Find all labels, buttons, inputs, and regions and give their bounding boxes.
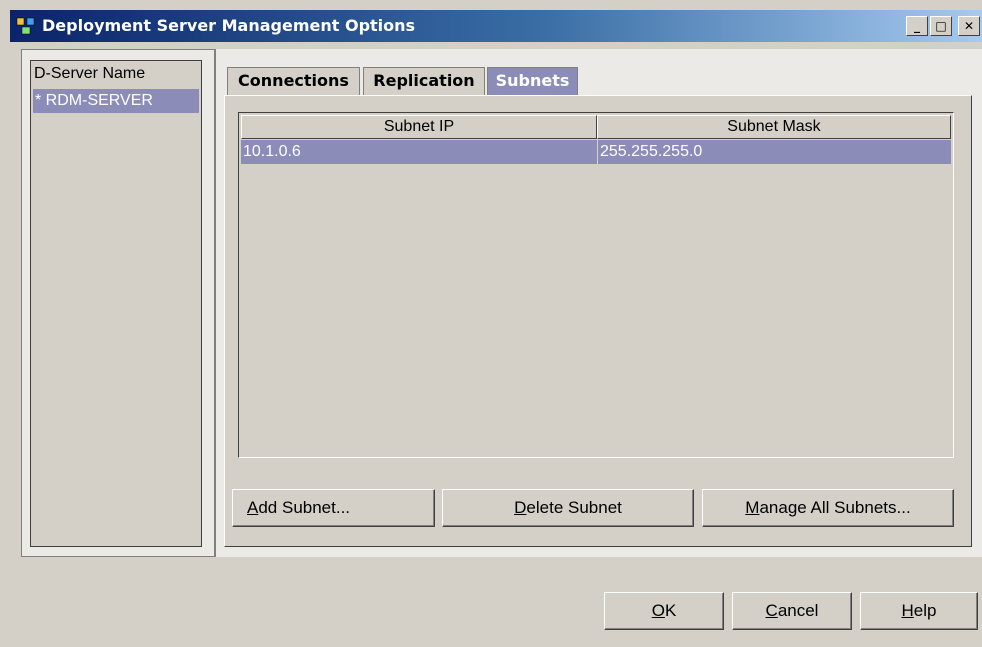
- cell-subnet-ip: 10.1.0.6: [243, 143, 301, 160]
- subnets-table[interactable]: Subnet IP Subnet Mask 10.1.0.6 255.255.2…: [238, 112, 954, 458]
- manage-all-subnets-label: anage All Subnets...: [759, 498, 911, 517]
- delete-subnet-button[interactable]: Delete Subnet: [442, 489, 694, 527]
- help-mnemonic: H: [901, 601, 914, 620]
- help-label: elp: [913, 601, 937, 620]
- cell-subnet-mask: 255.255.255.0: [597, 140, 951, 164]
- server-list-item[interactable]: * RDM-SERVER: [33, 89, 199, 113]
- maximize-icon: □: [935, 19, 947, 33]
- server-list[interactable]: D-Server Name * RDM-SERVER: [30, 60, 202, 547]
- minimize-button[interactable]: _: [906, 16, 928, 36]
- ok-button[interactable]: OK: [604, 592, 724, 630]
- add-subnet-button[interactable]: Add Subnet...: [232, 489, 435, 527]
- dialog-window: Deployment Server Management Options _ □…: [0, 0, 982, 647]
- help-button[interactable]: Help: [860, 592, 978, 630]
- add-subnet-label: dd Subnet...: [258, 498, 351, 517]
- close-button[interactable]: ✕: [958, 16, 980, 36]
- cancel-label: ancel: [777, 601, 819, 620]
- manage-all-subnets-button[interactable]: Manage All Subnets...: [702, 489, 954, 527]
- table-row[interactable]: 10.1.0.6 255.255.255.0: [241, 140, 951, 164]
- tab-subnets[interactable]: Subnets: [487, 67, 578, 95]
- minimize-icon: _: [914, 19, 920, 33]
- maximize-button[interactable]: □: [930, 16, 952, 36]
- delete-subnet-label: elete Subnet: [526, 498, 622, 517]
- cancel-button[interactable]: Cancel: [732, 592, 852, 630]
- server-list-header: D-Server Name: [34, 65, 146, 82]
- title-bar[interactable]: Deployment Server Management Options _ □…: [10, 10, 982, 42]
- column-header-subnet-ip[interactable]: Subnet IP: [241, 115, 597, 139]
- cancel-mnemonic: C: [765, 601, 778, 620]
- delete-subnet-mnemonic: D: [514, 498, 527, 517]
- manage-all-subnets-mnemonic: M: [745, 498, 760, 517]
- app-icon: [16, 17, 36, 35]
- ok-label: K: [664, 601, 677, 620]
- tab-connections[interactable]: Connections: [227, 67, 360, 95]
- window-title: Deployment Server Management Options: [42, 16, 416, 35]
- close-icon: ✕: [963, 19, 975, 33]
- ok-mnemonic: O: [651, 601, 665, 620]
- add-subnet-mnemonic: A: [247, 498, 259, 517]
- column-header-subnet-mask[interactable]: Subnet Mask: [597, 115, 951, 139]
- tab-replication[interactable]: Replication: [363, 67, 485, 95]
